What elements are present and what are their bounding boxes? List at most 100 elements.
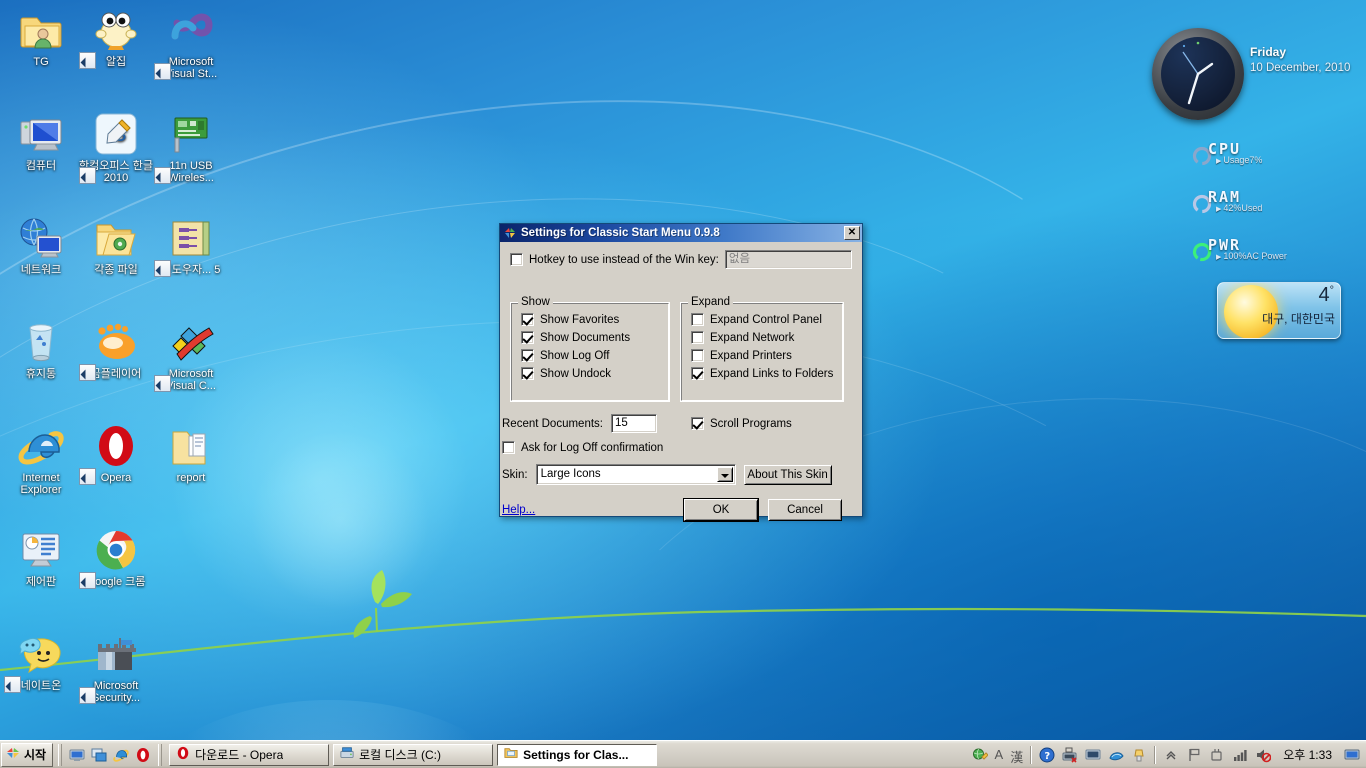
desktop-icon-microsoft-security[interactable]: Microsoft Security...: [79, 630, 153, 704]
weather-temperature: 4°: [1318, 284, 1334, 306]
network-disconnected-icon[interactable]: [1062, 747, 1078, 763]
internet-explorer-icon: [17, 422, 65, 470]
wireless-icon[interactable]: [1108, 747, 1124, 763]
dialog-titlebar[interactable]: Settings for Classic Start Menu 0.9.8 ✕: [500, 224, 862, 242]
show-hidden-icons-icon[interactable]: [1163, 747, 1179, 763]
desktop-icon-internet-explorer[interactable]: Internet Explorer: [4, 422, 78, 496]
clock-dial: [1161, 37, 1235, 111]
taskbar-clock[interactable]: 오후 1:33: [1278, 746, 1337, 763]
start-button[interactable]: 시작: [1, 742, 54, 767]
checkbox-box: [521, 349, 534, 362]
cancel-button[interactable]: Cancel: [768, 499, 842, 521]
skin-select[interactable]: Large Icons: [535, 464, 736, 485]
desktop-icon-recycle-bin[interactable]: 휴지통: [4, 318, 78, 381]
weather-location: 대구, 대한민국: [1262, 312, 1335, 326]
ok-button[interactable]: OK: [683, 498, 759, 522]
skin-label: Skin:: [502, 468, 528, 481]
expand-network-checkbox[interactable]: Expand Network: [691, 331, 794, 344]
ask-logoff-row: Ask for Log Off confirmation: [502, 441, 663, 457]
opera-icon: [92, 422, 140, 470]
desktop-icon-misc-files[interactable]: 각종 파일: [79, 214, 153, 277]
desktop[interactable]: TG 알집 Microsoft Visual St... 컴퓨터 한컴오피스 한…: [0, 0, 1366, 740]
desktop-icon-usb-wireless[interactable]: 11n USB Wireles...: [154, 110, 228, 184]
tray-separator: [1030, 745, 1033, 764]
about-this-skin-button[interactable]: About This Skin: [743, 464, 832, 485]
wallpaper-glow: [120, 700, 540, 740]
ask-logoff-checkbox[interactable]: Ask for Log Off confirmation: [502, 441, 663, 454]
desktop-icon-hancom-hangul[interactable]: ㅎ 한컴오피스 한글 2010: [79, 110, 153, 184]
monitor-icon[interactable]: [1085, 747, 1101, 763]
desktop-icon-visual-cpp[interactable]: Microsoft Visual C...: [154, 318, 228, 392]
wallpaper-stem: [0, 570, 1366, 672]
ime-hanja-icon[interactable]: 漢: [1010, 747, 1023, 765]
skin-row: Skin: Large Icons About This Skin: [502, 464, 832, 485]
control-panel-icon: [17, 526, 65, 574]
taskbar-tasks: 다운로드 - Opera 로컬 디스크 (C:) Settings for Cl…: [165, 743, 963, 766]
help-icon[interactable]: ?: [1039, 747, 1055, 763]
expand-printers-label: Expand Printers: [710, 349, 792, 362]
help-link[interactable]: Help...: [502, 504, 535, 516]
desktop-icon-network[interactable]: 네트워크: [4, 214, 78, 277]
recent-documents-label: Recent Documents:: [502, 417, 603, 430]
expand-printers-checkbox[interactable]: Expand Printers: [691, 349, 792, 362]
desktop-icon-tg[interactable]: TG: [4, 6, 78, 69]
show-documents-checkbox[interactable]: Show Documents: [521, 331, 630, 344]
taskbar-button-local-disk[interactable]: 로컬 디스크 (C:): [333, 743, 494, 766]
visual-cpp-icon: [167, 318, 215, 366]
desktop-icon-nateon[interactable]: 네이트온: [4, 630, 78, 693]
taskbar-button-label: Settings for Clas...: [523, 747, 629, 762]
weather-gadget[interactable]: 4° 대구, 대한민국: [1217, 282, 1341, 339]
classic-start-menu-icon: [503, 226, 517, 240]
skin-selected-value: Large Icons: [540, 468, 601, 480]
opera-icon[interactable]: [135, 747, 151, 763]
folder-open-icon: [92, 214, 140, 262]
show-favorites-label: Show Favorites: [540, 313, 620, 326]
clock-gadget[interactable]: [1152, 28, 1244, 120]
expand-network-label: Expand Network: [710, 331, 795, 344]
flag-action-center-icon[interactable]: [1186, 747, 1202, 763]
safely-remove-hardware-icon[interactable]: [1209, 747, 1225, 763]
signal-bars-icon[interactable]: [1232, 747, 1248, 763]
recent-documents-input[interactable]: 15: [611, 414, 657, 433]
show-favorites-checkbox[interactable]: Show Favorites: [521, 313, 619, 326]
chevron-down-icon[interactable]: [716, 467, 733, 482]
expand-groupbox: Expand Expand Control Panel Expand Netwo…: [680, 296, 844, 402]
ime-alpha-icon[interactable]: A: [995, 747, 1004, 763]
svg-text:?: ?: [1045, 751, 1051, 762]
hotkey-input[interactable]: 없음: [724, 250, 852, 269]
computer-icon: [17, 110, 65, 158]
desktop-icon-windows-archive[interactable]: 윈도우자... 5: [154, 214, 228, 277]
volume-muted-icon[interactable]: [1255, 747, 1272, 763]
clock-date-label: 10 December, 2010: [1250, 62, 1351, 74]
desktop-icon-computer[interactable]: 컴퓨터: [4, 110, 78, 173]
hotkey-row: Hotkey to use instead of the Win key: 없음: [510, 250, 852, 269]
expand-links-to-folders-checkbox[interactable]: Expand Links to Folders: [691, 367, 833, 380]
desktop-icon-opera[interactable]: Opera: [79, 422, 153, 485]
taskbar-button-opera[interactable]: 다운로드 - Opera: [169, 743, 330, 766]
hotkey-checkbox[interactable]: Hotkey to use instead of the Win key:: [510, 253, 719, 266]
show-groupbox: Show Show Favorites Show Documents Show …: [510, 296, 670, 402]
gom-player-icon: [92, 318, 140, 366]
desktop-icon-report[interactable]: report: [154, 422, 228, 485]
taskbar-button-settings-classic-start-menu[interactable]: Settings for Clas...: [497, 743, 658, 766]
desktop-icon-alzip[interactable]: 알집: [79, 6, 153, 69]
desktop-icon-gom-player[interactable]: 곰플레이어: [79, 318, 153, 381]
desktop-icon-control-panel[interactable]: 제어판: [4, 526, 78, 589]
show-documents-label: Show Documents: [540, 331, 631, 344]
show-desktop-icon[interactable]: [69, 747, 85, 763]
desktop-icon-google-chrome[interactable]: Google 크롬: [79, 526, 153, 589]
expand-control-panel-checkbox[interactable]: Expand Control Panel: [691, 313, 822, 326]
close-icon[interactable]: ✕: [844, 226, 860, 240]
dialog-title: Settings for Classic Start Menu 0.9.8: [521, 227, 720, 239]
show-logoff-checkbox[interactable]: Show Log Off: [521, 349, 609, 362]
desktop-icon-label: 윈도우자... 5: [161, 264, 221, 276]
internet-explorer-icon[interactable]: [113, 747, 129, 763]
show-desktop-button[interactable]: [1344, 747, 1360, 763]
paint-globe-icon[interactable]: [972, 747, 989, 763]
switch-windows-icon[interactable]: [91, 747, 107, 763]
scroll-programs-checkbox[interactable]: Scroll Programs: [691, 417, 792, 430]
show-undock-checkbox[interactable]: Show Undock: [521, 367, 611, 380]
lamp-icon[interactable]: [1131, 747, 1147, 763]
desktop-icon-visual-studio[interactable]: Microsoft Visual St...: [154, 6, 228, 80]
alzip-icon: [92, 6, 140, 54]
